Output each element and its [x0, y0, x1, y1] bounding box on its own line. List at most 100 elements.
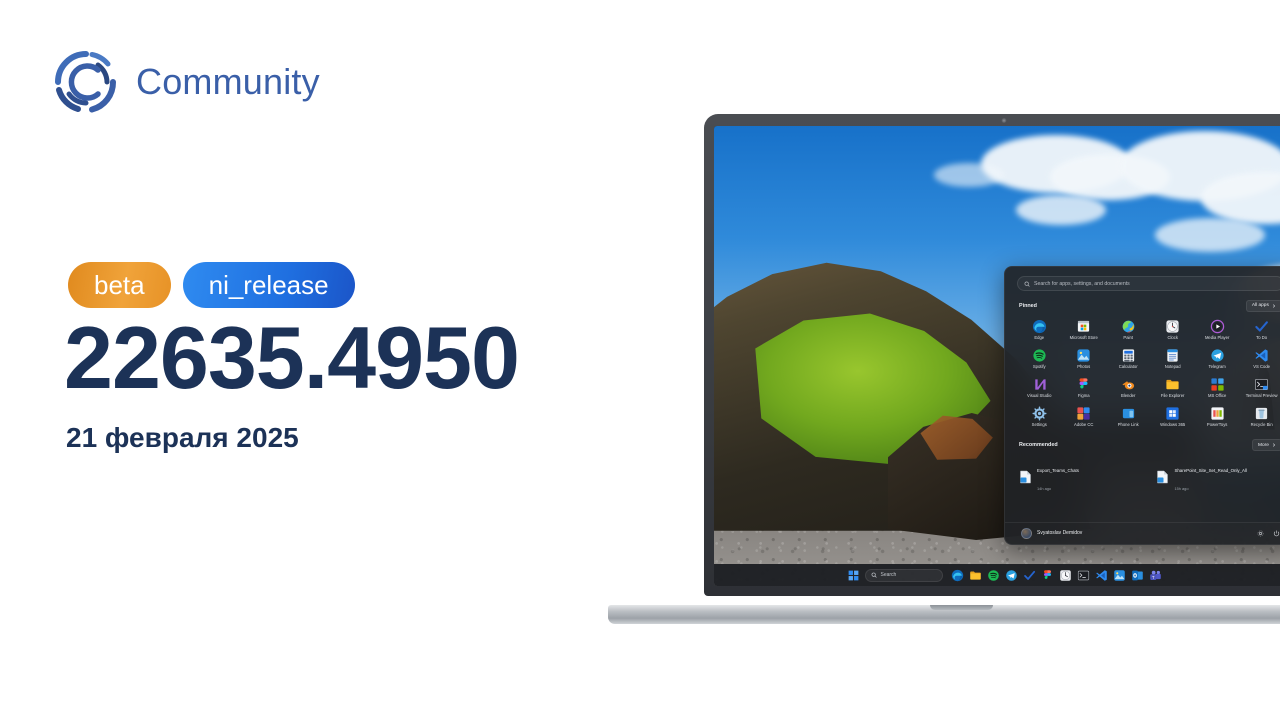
pinned-app-visual-studio[interactable]: Visual Studio: [1017, 375, 1061, 401]
vs-code-icon: [1255, 349, 1268, 362]
power-icon[interactable]: [1273, 530, 1280, 537]
app-label: MS Office: [1208, 393, 1227, 399]
pinned-app-adobe-cc[interactable]: Adobe CC: [1061, 404, 1105, 430]
pinned-app-settings[interactable]: Settings: [1017, 404, 1061, 430]
app-label: VS Code: [1253, 363, 1271, 369]
spotify-icon: [1033, 349, 1046, 362]
recommended-item[interactable]: Export_Teams_Chats 14h ago: [1017, 456, 1146, 498]
taskbar: Search T: [714, 564, 1280, 586]
user-name: Svyatoslav Demidov: [1037, 530, 1083, 537]
app-label: Notepad: [1164, 363, 1181, 369]
pinned-app-calculator[interactable]: Calculator: [1106, 346, 1150, 372]
pinned-app-powertoys[interactable]: PowerToys: [1195, 404, 1239, 430]
badge-beta[interactable]: beta: [68, 262, 171, 308]
app-label: Media Player: [1204, 334, 1230, 340]
start-menu: Search for apps, settings, and documents…: [1004, 266, 1280, 545]
pinned-app-photos[interactable]: Photos: [1061, 346, 1105, 372]
taskbar-spotify-icon[interactable]: [987, 569, 1000, 582]
edge-icon: [1032, 319, 1046, 333]
app-label: Spotify: [1032, 363, 1046, 369]
taskbar-to-do-icon[interactable]: [1023, 569, 1036, 582]
laptop-lid: Search for apps, settings, and documents…: [704, 114, 1280, 596]
app-label: Windows 365: [1160, 422, 1186, 428]
pinned-app-to-do[interactable]: To Do: [1239, 317, 1280, 343]
to-do-icon: [1255, 320, 1269, 332]
recycle-bin-icon: [1256, 408, 1268, 420]
taskbar-search-input[interactable]: Search: [864, 568, 943, 582]
taskbar-teams-icon[interactable]: T: [1149, 569, 1162, 582]
app-label: Figma: [1077, 393, 1090, 399]
all-apps-label: All apps: [1251, 303, 1269, 309]
release-badges: beta ni_release: [68, 262, 355, 308]
clock-icon: [1166, 320, 1179, 333]
settings-gear-icon: [1032, 406, 1047, 421]
pinned-app-clock[interactable]: Clock: [1150, 317, 1194, 343]
app-label: Microsoft Store: [1069, 334, 1098, 340]
pinned-app-recycle-bin[interactable]: Recycle Bin: [1239, 404, 1280, 430]
recommended-item-name: Export_Teams_Chats: [1037, 467, 1079, 473]
app-label: File Explorer: [1160, 393, 1185, 399]
pinned-app-media-player[interactable]: Media Player: [1195, 317, 1239, 343]
pinned-app-figma[interactable]: Figma: [1061, 375, 1105, 401]
pinned-apps-grid: Edge Microsoft Store Paint Clock Media P…: [1017, 317, 1280, 431]
release-date: 21 февраля 2025: [66, 422, 299, 453]
app-label: PowerToys: [1206, 422, 1228, 428]
start-menu-search-placeholder: Search for apps, settings, and documents: [1034, 280, 1130, 287]
app-label: Calculator: [1118, 363, 1138, 369]
pinned-app-spotify[interactable]: Spotify: [1017, 346, 1061, 372]
all-apps-button[interactable]: All apps: [1245, 300, 1280, 312]
pinned-app-blender[interactable]: Blender: [1106, 375, 1150, 401]
app-label: Photos: [1077, 363, 1091, 369]
more-button[interactable]: More: [1251, 439, 1280, 451]
app-label: Adobe CC: [1074, 422, 1094, 428]
user-avatar[interactable]: [1021, 527, 1032, 539]
document-file-icon: [1020, 470, 1031, 484]
recommended-item-name: SharePoint_Site_Set_Read_Only_All: [1174, 467, 1247, 473]
start-menu-search-input[interactable]: Search for apps, settings, and documents: [1017, 276, 1280, 292]
paint-icon: [1122, 320, 1135, 333]
pinned-app-telegram[interactable]: Telegram: [1195, 346, 1239, 372]
recommended-section-header: Recommended More: [1019, 439, 1280, 451]
pinned-app-microsoft-store[interactable]: Microsoft Store: [1061, 317, 1105, 343]
powertoys-icon: [1211, 407, 1224, 420]
adobe-cc-icon: [1077, 407, 1090, 420]
pinned-app-ms-office[interactable]: MS Office: [1195, 375, 1239, 401]
taskbar-terminal-icon[interactable]: [1077, 569, 1090, 582]
windows-start-icon[interactable]: [847, 569, 860, 582]
taskbar-telegram-icon[interactable]: [1005, 569, 1018, 582]
taskbar-figma-icon[interactable]: [1041, 569, 1054, 582]
recommended-item[interactable]: SharePoint_Site_Set_Read_Only_All 15h ag…: [1154, 456, 1280, 498]
search-icon: [1024, 281, 1030, 287]
figma-icon: [1079, 378, 1088, 389]
pinned-app-paint[interactable]: Paint: [1106, 317, 1150, 343]
visual-studio-icon: [1035, 379, 1046, 390]
taskbar-outlook-icon[interactable]: [1131, 569, 1144, 582]
phone-link-icon: [1122, 409, 1134, 419]
taskbar-clock-icon[interactable]: [1059, 569, 1072, 582]
app-label: Blender: [1120, 393, 1136, 399]
taskbar-file-explorer-icon[interactable]: [969, 569, 982, 582]
brand-header: Community: [52, 48, 320, 116]
webcam-icon: [1001, 118, 1007, 123]
page-root: Community beta ni_release 22635.4950 21 …: [0, 0, 1280, 720]
pinned-app-phone-link[interactable]: Phone Link: [1106, 404, 1150, 430]
pinned-app-file-explorer[interactable]: File Explorer: [1150, 375, 1194, 401]
laptop-base-notch: [930, 605, 993, 610]
pinned-app-notepad[interactable]: Notepad: [1150, 346, 1194, 372]
settings-gear-icon[interactable]: [1257, 530, 1264, 537]
recommended-item-text: Export_Teams_Chats 14h ago: [1037, 459, 1079, 495]
pinned-app-windows-365[interactable]: Windows 365: [1150, 404, 1194, 430]
brand-name: Community: [136, 61, 320, 102]
pinned-app-terminal-preview[interactable]: Terminal Preview: [1239, 375, 1280, 401]
more-label: More: [1257, 442, 1269, 448]
taskbar-photos-icon[interactable]: [1113, 569, 1126, 582]
app-label: Settings: [1031, 422, 1047, 428]
pinned-app-edge[interactable]: Edge: [1017, 317, 1061, 343]
pinned-app-vs-code[interactable]: VS Code: [1239, 346, 1280, 372]
taskbar-edge-icon[interactable]: [951, 569, 964, 582]
app-label: Phone Link: [1117, 422, 1139, 428]
app-label: Telegram: [1208, 363, 1226, 369]
badge-branch[interactable]: ni_release: [182, 262, 355, 308]
taskbar-vs-code-icon[interactable]: [1095, 569, 1108, 582]
start-menu-footer: Svyatoslav Demidov: [1005, 521, 1280, 544]
